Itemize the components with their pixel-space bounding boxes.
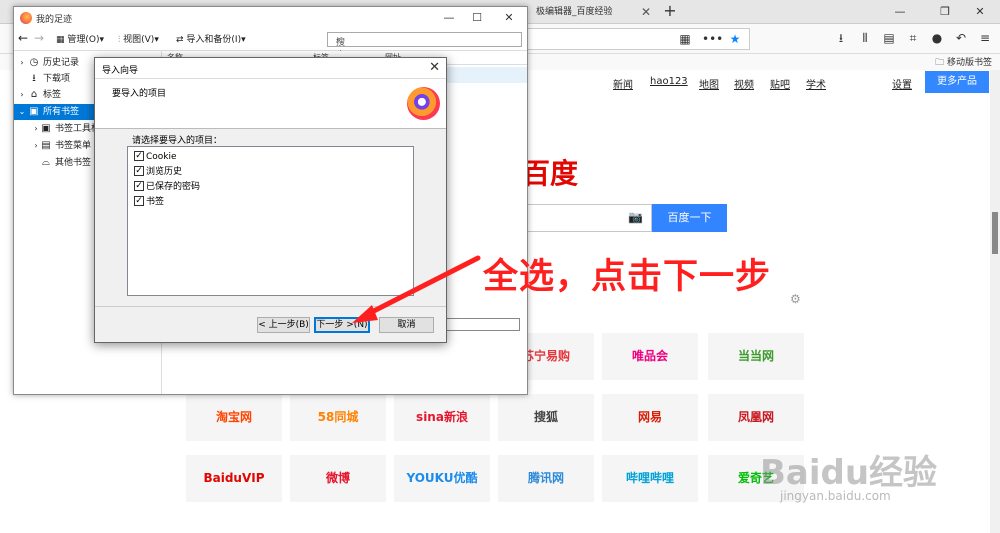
cancel-button[interactable]: 取消 <box>379 317 434 333</box>
collapse-icon[interactable]: ⌄ <box>18 104 26 120</box>
link-academic[interactable]: 学术 <box>806 76 826 91</box>
expand-icon[interactable]: › <box>18 55 26 71</box>
minimize-icon[interactable]: — <box>434 9 464 27</box>
watermark-brand: Baidu经验 <box>760 453 938 493</box>
tag-icon: ⌂ <box>30 89 38 100</box>
site-tile[interactable]: 网易 <box>602 394 698 441</box>
restore-icon[interactable]: ❐ <box>925 0 965 24</box>
link-settings[interactable]: 设置 <box>892 76 912 91</box>
site-tile[interactable]: BaiduVIP <box>186 455 282 502</box>
back-button[interactable]: < 上一步(B) <box>257 317 310 333</box>
clock-icon: ◷ <box>29 57 39 68</box>
url-bar[interactable]: ▦ ••• ★ <box>520 28 750 50</box>
site-tile[interactable]: 微博 <box>290 455 386 502</box>
site-tile[interactable]: 凤凰网 <box>708 394 804 441</box>
browser-tab[interactable]: 极编辑器_百度经验 <box>528 0 648 24</box>
organize-icon: ▦ <box>56 35 65 45</box>
views-icon: ⫶ <box>118 35 121 45</box>
browser-tab-title: 极编辑器_百度经验 <box>536 7 613 17</box>
link-map[interactable]: 地图 <box>699 76 719 91</box>
close-icon[interactable]: ✕ <box>429 60 440 75</box>
download-icon: ⭳ <box>32 73 36 84</box>
firefox-logo-icon <box>407 87 440 120</box>
site-tile[interactable]: 腾讯网 <box>498 455 594 502</box>
expand-icon[interactable]: › <box>18 87 26 103</box>
more-products-button[interactable]: 更多产品 <box>925 71 989 93</box>
next-button[interactable]: 下一步 >(N) <box>314 317 370 333</box>
watermark-url: jingyan.baidu.com <box>780 489 891 503</box>
site-tile[interactable]: 当当网 <box>708 333 804 380</box>
folder-icon: ⌓ <box>42 157 50 168</box>
minimize-icon[interactable]: — <box>880 0 920 24</box>
link-video[interactable]: 视频 <box>734 76 754 91</box>
folder-icon: 🗀 <box>935 58 945 68</box>
close-window-icon[interactable]: ✕ <box>960 0 1000 24</box>
link-news[interactable]: 新闻 <box>613 76 633 91</box>
camera-icon[interactable]: 📷 <box>628 210 643 224</box>
organize-menu[interactable]: ▦ 管理(O)▾ <box>56 33 104 47</box>
site-tile[interactable]: 搜狐 <box>498 394 594 441</box>
firefox-icon <box>20 12 32 24</box>
search-button[interactable]: 百度一下 <box>652 204 727 232</box>
bookmark-icon: ▣ <box>29 106 39 117</box>
mobile-bookmarks[interactable]: 🗀 移动版书签 <box>935 55 992 71</box>
site-tile[interactable]: sina新浪 <box>394 394 490 441</box>
link-tieba[interactable]: 贴吧 <box>770 76 790 91</box>
forward-arrow-icon[interactable]: → <box>34 31 44 45</box>
library-titlebar: 我的足迹 — ☐ ✕ <box>14 7 527 29</box>
crop-icon[interactable]: ⌗ <box>904 29 922 47</box>
views-menu[interactable]: ⫶ 视图(V)▾ <box>118 33 159 47</box>
site-tile[interactable]: 淘宝网 <box>186 394 282 441</box>
scrollbar[interactable] <box>990 70 1000 533</box>
annotation-text: 全选，点击下一步 <box>483 257 772 297</box>
checkbox-cookie[interactable]: ✓ <box>134 151 144 161</box>
back-arrow-icon[interactable]: ← <box>18 31 28 45</box>
wizard-title: 导入向导 <box>102 66 139 76</box>
divider <box>95 306 446 307</box>
maximize-icon[interactable]: ☐ <box>462 9 492 27</box>
detail-field[interactable] <box>446 318 520 331</box>
qr-icon[interactable]: ▦ <box>676 30 694 48</box>
watermark: Baidu经验 jingyan.baidu.com <box>760 445 938 503</box>
close-icon[interactable]: ✕ <box>494 9 524 27</box>
library-icon[interactable]: ⫴ <box>856 29 874 47</box>
import-backup-menu[interactable]: ⇄ 导入和备份(I)▾ <box>176 33 246 47</box>
site-tile[interactable]: YOUKU优酷 <box>394 455 490 502</box>
wizard-header: 要导入的项目 <box>95 79 446 129</box>
gear-icon[interactable]: ⚙ <box>790 292 801 306</box>
wizard-heading: 要导入的项目 <box>112 89 167 99</box>
library-toolbar: ← → ▦ 管理(O)▾ ⫶ 视图(V)▾ ⇄ 导入和备份(I)▾ ⌕ 搜索书签 <box>14 29 527 87</box>
new-tab-button[interactable]: + <box>662 0 678 24</box>
site-tile[interactable]: 哔哩哔哩 <box>602 455 698 502</box>
baidu-logo: 百度 <box>522 157 579 190</box>
checkbox-history[interactable]: ✓ <box>134 166 144 176</box>
menu-icon[interactable]: ≡ <box>976 29 994 47</box>
menu-icon: ▤ <box>41 140 51 151</box>
expand-icon[interactable]: › <box>32 121 40 137</box>
download-icon[interactable]: ⭳ <box>832 29 850 47</box>
site-tile[interactable]: 唯品会 <box>602 333 698 380</box>
library-search-input[interactable]: ⌕ 搜索书签 <box>327 32 522 87</box>
scrollbar-thumb[interactable] <box>992 212 998 254</box>
sidebar-icon[interactable]: ▤ <box>880 29 898 47</box>
wizard-prompt: 请选择要导入的项目： <box>132 136 223 146</box>
import-wizard-dialog: 导入向导 ✕ 要导入的项目 请选择要导入的项目： ✓ Cookie ✓ 浏览历史… <box>94 57 447 343</box>
checkbox-bookmarks[interactable]: ✓ <box>134 196 144 206</box>
wizard-titlebar: 导入向导 ✕ <box>95 58 446 79</box>
more-icon[interactable]: ••• <box>702 30 723 48</box>
checkbox-passwords[interactable]: ✓ <box>134 181 144 191</box>
link-hao123[interactable]: hao123 <box>650 76 688 87</box>
close-icon[interactable]: ✕ <box>641 0 651 24</box>
toolbar-icon: ▣ <box>41 123 51 134</box>
chat-icon[interactable]: ● <box>928 29 946 47</box>
import-icon: ⇄ <box>176 35 184 45</box>
site-tile[interactable]: 58同城 <box>290 394 386 441</box>
back-arrow-icon[interactable]: ↶ <box>952 29 970 47</box>
expand-icon[interactable]: › <box>32 138 40 154</box>
import-items-list: ✓ Cookie ✓ 浏览历史 ✓ 已保存的密码 ✓ 书签 <box>127 146 414 296</box>
star-icon[interactable]: ★ <box>726 30 744 48</box>
library-title: 我的足迹 <box>36 15 73 25</box>
